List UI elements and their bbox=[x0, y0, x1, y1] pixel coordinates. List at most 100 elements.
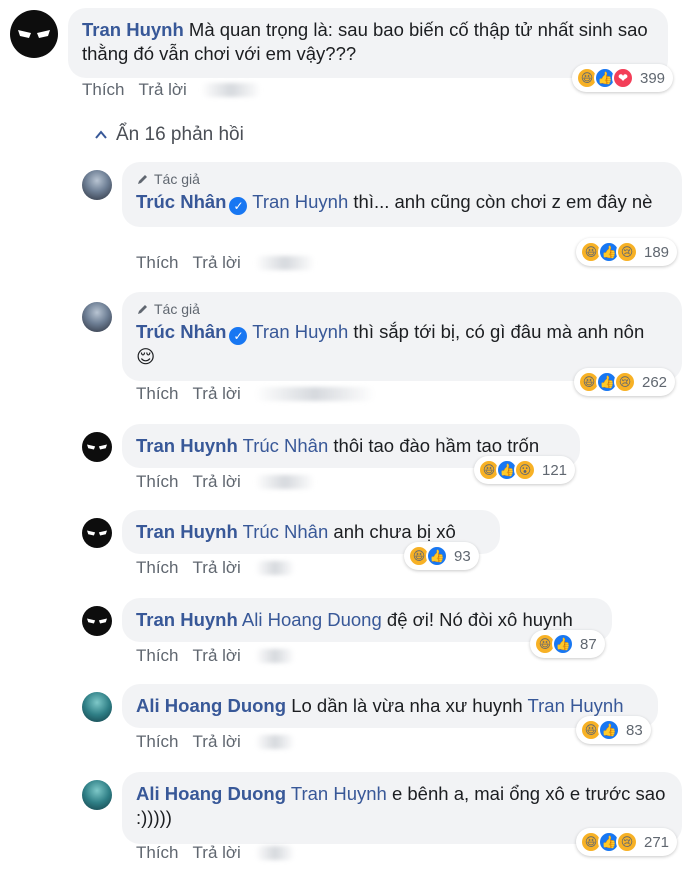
reaction-count: 121 bbox=[542, 461, 568, 479]
comment-author[interactable]: Ali Hoang Duong bbox=[136, 695, 286, 716]
avatar[interactable] bbox=[82, 170, 112, 200]
blurred-timestamp bbox=[254, 256, 315, 270]
reply-link[interactable]: Trả lời bbox=[193, 558, 241, 578]
chevron-up-icon bbox=[95, 130, 107, 139]
love-reaction-icon: ❤ bbox=[612, 67, 634, 89]
comment-author[interactable]: Trúc Nhân bbox=[136, 191, 226, 212]
like-link[interactable]: Thích bbox=[136, 843, 179, 863]
blurred-timestamp bbox=[200, 83, 261, 97]
author-badge: Tác giả bbox=[136, 170, 668, 188]
like-reaction-icon: 👍 bbox=[552, 633, 574, 655]
avatar[interactable] bbox=[82, 302, 112, 332]
author-badge-label: Tác giả bbox=[154, 171, 200, 187]
pen-icon bbox=[138, 175, 147, 184]
comment-mention[interactable]: Trúc Nhân bbox=[243, 435, 329, 456]
reaction-summary[interactable]: 😆 👍 😢 262 bbox=[574, 368, 676, 396]
comment-actions: Thích Trả lời bbox=[136, 558, 295, 578]
blurred-timestamp bbox=[254, 846, 295, 860]
sad-reaction-icon: 😢 bbox=[616, 241, 638, 263]
blurred-timestamp bbox=[254, 735, 295, 749]
like-link[interactable]: Thích bbox=[136, 253, 179, 273]
verified-icon: ✓ bbox=[229, 327, 248, 345]
reaction-count: 93 bbox=[454, 547, 471, 565]
comment-author[interactable]: Tran Huynh bbox=[136, 435, 238, 456]
comment-author[interactable]: Tran Huynh bbox=[136, 609, 238, 630]
blurred-timestamp bbox=[254, 649, 295, 663]
like-link[interactable]: Thích bbox=[136, 732, 179, 752]
reaction-summary[interactable]: 😆 👍 93 bbox=[404, 542, 479, 570]
reply-link[interactable]: Trả lời bbox=[193, 843, 241, 863]
blurred-timestamp bbox=[254, 475, 315, 489]
like-reaction-icon: 👍 bbox=[426, 545, 448, 567]
blurred-timestamp bbox=[254, 387, 375, 401]
comment-bubble: Tác giả Trúc Nhân ✓ Tran Huynh thì... anh… bbox=[122, 162, 682, 227]
comment-actions: Thích Trả lời bbox=[136, 384, 375, 404]
reaction-count: 189 bbox=[644, 243, 670, 261]
reply-link[interactable]: Trả lời bbox=[193, 472, 241, 492]
avatar[interactable] bbox=[82, 606, 112, 636]
like-link[interactable]: Thích bbox=[136, 472, 179, 492]
comment-mention[interactable]: Tran Huynh bbox=[528, 695, 624, 716]
sad-reaction-icon: 😢 bbox=[614, 371, 636, 393]
reply-link[interactable]: Trả lời bbox=[193, 253, 241, 273]
reaction-summary[interactable]: 😆 👍 ❤ 399 bbox=[572, 64, 674, 92]
author-badge-label: Tác giả bbox=[154, 301, 200, 317]
comment-actions: Thích Trả lời bbox=[136, 732, 295, 752]
mask-avatar-icon bbox=[87, 444, 107, 450]
blurred-timestamp bbox=[254, 561, 295, 575]
comment-text: thôi tao đào hầm tao trốn bbox=[333, 435, 540, 456]
avatar[interactable] bbox=[10, 10, 58, 58]
avatar[interactable] bbox=[82, 518, 112, 548]
avatar[interactable] bbox=[82, 432, 112, 462]
reply-link[interactable]: Trả lời bbox=[139, 80, 187, 100]
comment-mention[interactable]: Tran Huynh bbox=[291, 783, 387, 804]
comment-text: Lo dần là vừa nha xư huynh bbox=[291, 695, 523, 716]
reaction-summary[interactable]: 😆 👍 😢 189 bbox=[576, 238, 678, 266]
reaction-summary[interactable]: 😆 👍 87 bbox=[530, 630, 605, 658]
sad-reaction-icon: 😢 bbox=[616, 831, 638, 853]
reply-link[interactable]: Trả lời bbox=[193, 646, 241, 666]
like-link[interactable]: Thích bbox=[82, 80, 125, 100]
reaction-summary[interactable]: 😆 👍 😮 121 bbox=[474, 456, 576, 484]
comment-mention[interactable]: Ali Hoang Duong bbox=[242, 609, 382, 630]
verified-icon: ✓ bbox=[229, 197, 248, 215]
like-reaction-icon: 👍 bbox=[598, 719, 620, 741]
reaction-summary[interactable]: 😆 👍 83 bbox=[576, 716, 651, 744]
comment-text: đệ ơi! Nó đòi xô huynh bbox=[386, 609, 573, 630]
avatar[interactable] bbox=[82, 780, 112, 810]
mask-avatar-icon bbox=[18, 30, 50, 38]
reaction-count: 87 bbox=[580, 635, 597, 653]
reaction-summary[interactable]: 😆 👍 😢 271 bbox=[576, 828, 678, 856]
hide-replies-label: Ẩn 16 phản hồi bbox=[116, 124, 244, 145]
comment-text: thì... anh cũng còn chơi z em đây nè bbox=[353, 191, 653, 212]
pen-icon bbox=[138, 305, 147, 314]
comment-actions: Thích Trả lời bbox=[136, 472, 315, 492]
comment-mention[interactable]: Trúc Nhân bbox=[243, 521, 329, 542]
comment-author[interactable]: Tran Huynh bbox=[82, 19, 184, 40]
comment-text: anh chưa bị xô bbox=[333, 521, 456, 542]
comment-actions: Thích Trả lời bbox=[82, 80, 261, 100]
reaction-count: 83 bbox=[626, 721, 643, 739]
comment-author[interactable]: Tran Huynh bbox=[136, 521, 238, 542]
like-link[interactable]: Thích bbox=[136, 646, 179, 666]
comment-mention[interactable]: Tran Huynh bbox=[252, 191, 348, 212]
comment-actions: Thích Trả lời bbox=[136, 843, 295, 863]
comment-actions: Thích Trả lời bbox=[136, 253, 315, 273]
hide-replies-link[interactable]: Ẩn 16 phản hồi bbox=[94, 124, 244, 146]
comment-author[interactable]: Ali Hoang Duong bbox=[136, 783, 286, 804]
avatar[interactable] bbox=[82, 692, 112, 722]
author-badge: Tác giả bbox=[136, 300, 668, 318]
like-link[interactable]: Thích bbox=[136, 558, 179, 578]
reaction-count: 262 bbox=[642, 373, 668, 391]
comment-author[interactable]: Trúc Nhân bbox=[136, 321, 226, 342]
mask-avatar-icon bbox=[87, 618, 107, 624]
comment-mention[interactable]: Tran Huynh bbox=[252, 321, 348, 342]
reaction-count: 399 bbox=[640, 69, 666, 87]
reply-link[interactable]: Trả lời bbox=[193, 732, 241, 752]
comment-actions: Thích Trả lời bbox=[136, 646, 295, 666]
wow-reaction-icon: 😮 bbox=[514, 459, 536, 481]
reply-link[interactable]: Trả lời bbox=[193, 384, 241, 404]
reaction-count: 271 bbox=[644, 833, 670, 851]
like-link[interactable]: Thích bbox=[136, 384, 179, 404]
mask-avatar-icon bbox=[87, 530, 107, 536]
